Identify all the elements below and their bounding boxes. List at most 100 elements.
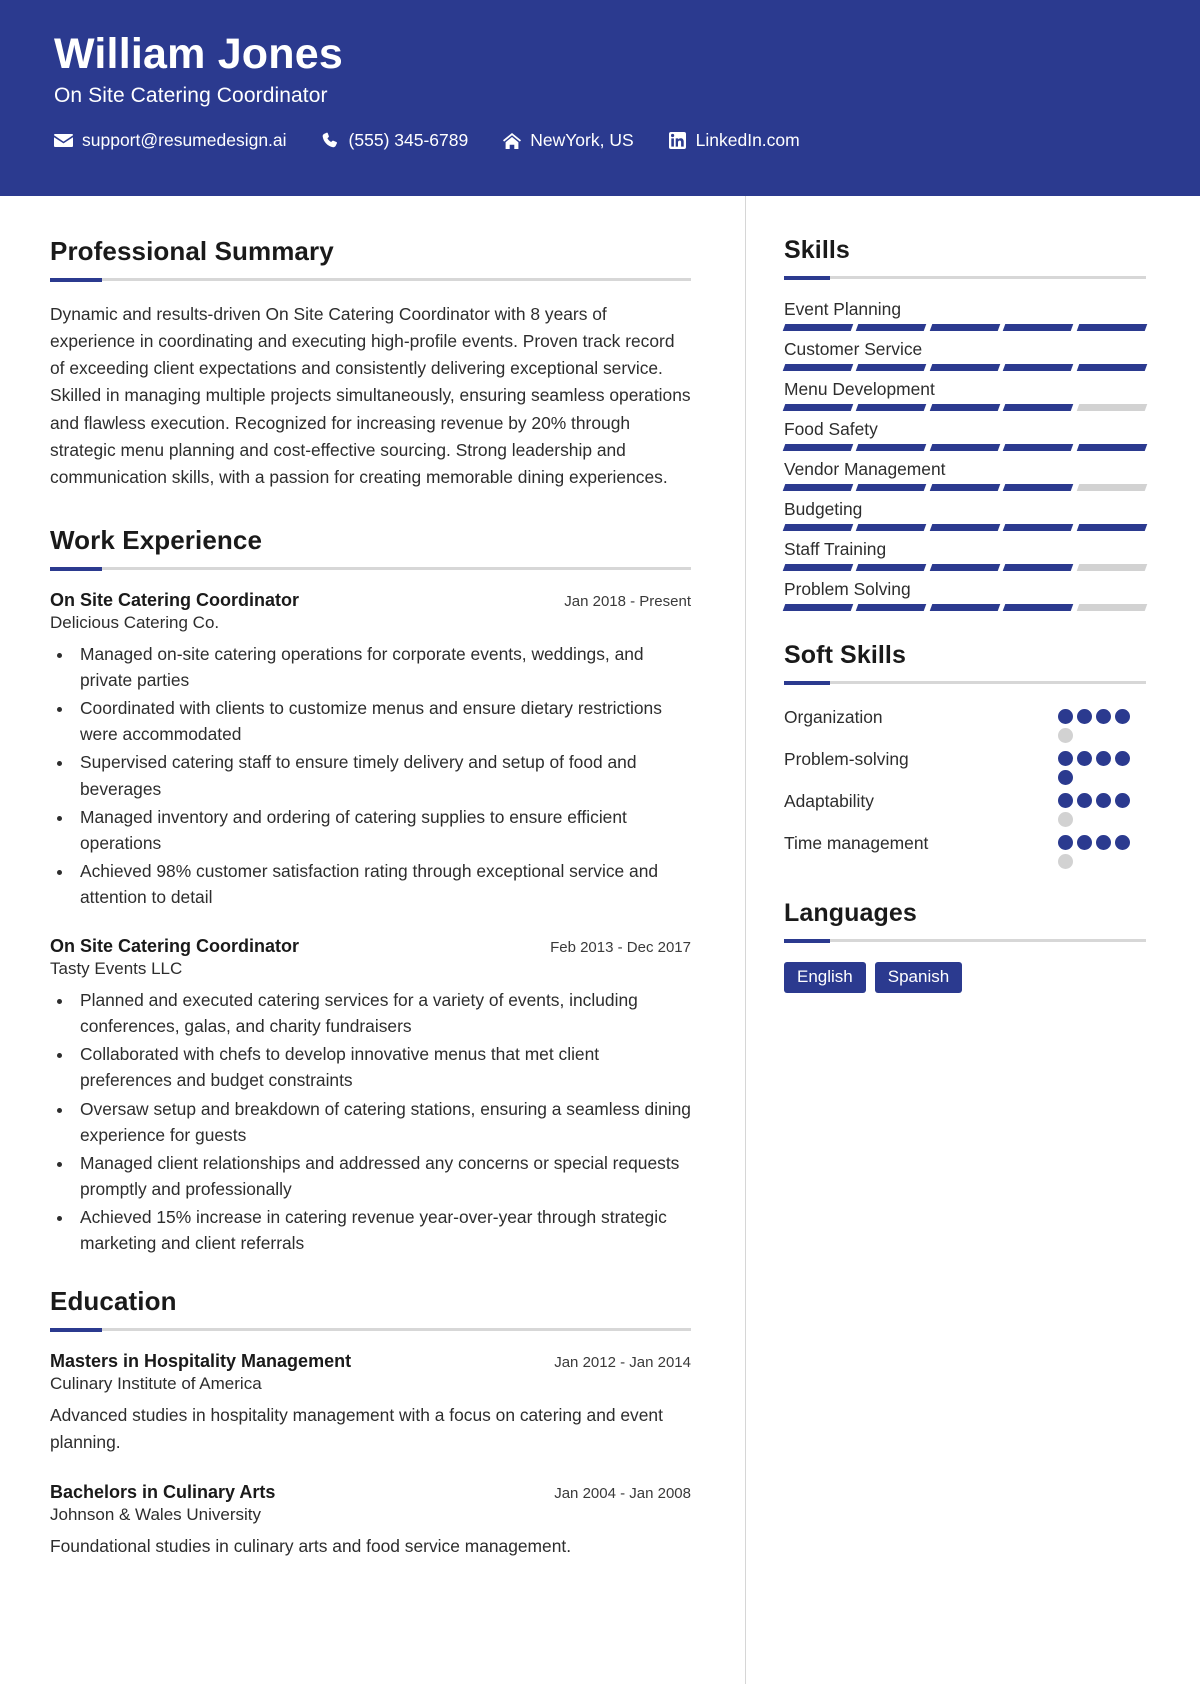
education-entry-list: Masters in Hospitality Management Jan 20… bbox=[50, 1351, 691, 1560]
section-heading-skills: Skills bbox=[784, 236, 850, 264]
section-languages: Languages English Spanish bbox=[784, 899, 1146, 994]
skill-bar-segment bbox=[856, 564, 928, 571]
soft-skill-dot bbox=[1115, 709, 1130, 724]
job-title-subtitle: On Site Catering Coordinator bbox=[54, 84, 328, 108]
section-heading-education: Education bbox=[50, 1286, 177, 1317]
education-entry-header: Masters in Hospitality Management Jan 20… bbox=[50, 1351, 691, 1372]
soft-skill-rating bbox=[1058, 746, 1146, 785]
skill-bar-segment bbox=[929, 444, 1001, 451]
skill-bar-segment bbox=[1002, 524, 1074, 531]
skill-bar-segment bbox=[856, 444, 928, 451]
work-entry: On Site Catering Coordinator Jan 2018 - … bbox=[50, 590, 691, 910]
envelope-icon bbox=[54, 131, 73, 150]
skill-bar-segment bbox=[782, 484, 854, 491]
skill-rating-bar bbox=[782, 484, 1148, 491]
work-date-range: Jan 2018 - Present bbox=[564, 592, 691, 610]
skill-bar-segment bbox=[929, 524, 1001, 531]
work-job-title: On Site Catering Coordinator bbox=[50, 936, 300, 957]
skill-bar-segment bbox=[856, 524, 928, 531]
education-description: Foundational studies in culinary arts an… bbox=[50, 1536, 572, 1557]
section-heading-languages: Languages bbox=[784, 899, 917, 927]
language-tag[interactable]: English bbox=[784, 962, 866, 994]
skill-label: Vendor Management bbox=[784, 459, 946, 479]
skill-rating-bar bbox=[782, 524, 1148, 531]
skill-bar-segment bbox=[856, 324, 928, 331]
skill-row: Food Safety bbox=[782, 419, 1148, 451]
soft-skill-dot bbox=[1077, 835, 1092, 850]
soft-skill-dot bbox=[1058, 793, 1073, 808]
skill-bar-segment bbox=[782, 524, 854, 531]
main-column: Professional Summary Dynamic and results… bbox=[0, 196, 745, 1684]
skill-row: Staff Training bbox=[782, 539, 1148, 571]
education-date-range: Jan 2012 - Jan 2014 bbox=[554, 1354, 691, 1372]
skill-bar-segment bbox=[1076, 604, 1148, 611]
education-degree: Masters in Hospitality Management bbox=[50, 1351, 352, 1372]
work-company: Tasty Events LLC bbox=[50, 959, 183, 979]
skill-rating-bar bbox=[782, 364, 1148, 371]
soft-skill-dot bbox=[1077, 751, 1092, 766]
skill-bar-segment bbox=[1076, 444, 1148, 451]
contact-item-home[interactable]: NewYork, US bbox=[502, 130, 634, 151]
soft-skill-dot bbox=[1058, 835, 1073, 850]
contact-text: LinkedIn.com bbox=[695, 130, 800, 151]
phone-icon bbox=[321, 131, 340, 150]
education-school: Johnson & Wales University bbox=[50, 1505, 262, 1525]
summary-text: Dynamic and results-driven On Site Cater… bbox=[50, 304, 691, 487]
section-professional-summary: Professional Summary Dynamic and results… bbox=[50, 236, 691, 491]
contact-item-envelope[interactable]: support@resumedesign.ai bbox=[54, 130, 287, 151]
skill-bar-segment bbox=[782, 324, 854, 331]
language-tag[interactable]: Spanish bbox=[874, 962, 963, 994]
soft-skill-dot bbox=[1115, 835, 1130, 850]
soft-skill-dot bbox=[1058, 770, 1073, 785]
work-bullet: Planned and executed catering services f… bbox=[74, 987, 691, 1039]
contact-row: support@resumedesign.ai (555) 345-6789 New… bbox=[54, 130, 1146, 151]
skill-bar-segment bbox=[1002, 604, 1074, 611]
skill-bar-segment bbox=[856, 484, 928, 491]
soft-skill-rating bbox=[1058, 704, 1146, 743]
contact-item-phone[interactable]: (555) 345-6789 bbox=[321, 130, 468, 151]
soft-skill-dot bbox=[1115, 793, 1130, 808]
home-icon bbox=[502, 131, 521, 150]
skill-bar-segment bbox=[929, 484, 1001, 491]
skill-bar-segment bbox=[929, 564, 1001, 571]
skill-label: Customer Service bbox=[784, 339, 923, 359]
skill-bar-segment bbox=[782, 564, 854, 571]
skill-bar-segment bbox=[782, 364, 854, 371]
soft-skill-rating bbox=[1058, 788, 1146, 827]
work-bullet: Achieved 15% increase in catering revenu… bbox=[74, 1204, 691, 1256]
linkedin-icon bbox=[668, 131, 687, 150]
soft-skill-dot bbox=[1096, 709, 1111, 724]
work-entry: On Site Catering Coordinator Feb 2013 - … bbox=[50, 936, 691, 1256]
education-degree: Bachelors in Culinary Arts bbox=[50, 1482, 276, 1503]
skill-row: Event Planning bbox=[782, 299, 1148, 331]
soft-skill-dot bbox=[1096, 835, 1111, 850]
skill-label: Menu Development bbox=[784, 379, 935, 399]
skill-row: Budgeting bbox=[782, 499, 1148, 531]
contact-item-linkedin[interactable]: LinkedIn.com bbox=[668, 130, 800, 151]
skill-bar-segment bbox=[1076, 364, 1148, 371]
section-work-experience: Work Experience On Site Catering Coordin… bbox=[50, 525, 691, 1256]
skill-bar-segment bbox=[782, 604, 854, 611]
skill-rating-bar bbox=[782, 324, 1148, 331]
work-entry-list: On Site Catering Coordinator Jan 2018 - … bbox=[50, 590, 691, 1256]
work-bullet: Coordinated with clients to customize me… bbox=[74, 695, 691, 747]
page-title: William Jones bbox=[54, 30, 343, 78]
work-bullet: Achieved 98% customer satisfaction ratin… bbox=[74, 858, 691, 910]
skill-bar-segment bbox=[929, 324, 1001, 331]
soft-skill-dot bbox=[1058, 728, 1073, 743]
skill-bar-segment bbox=[1076, 324, 1148, 331]
skill-row: Problem Solving bbox=[782, 579, 1148, 611]
skill-label: Budgeting bbox=[784, 499, 863, 519]
soft-skill-dot bbox=[1058, 812, 1073, 827]
skill-bar-segment bbox=[856, 604, 928, 611]
soft-skill-dot bbox=[1096, 751, 1111, 766]
education-entry-header: Bachelors in Culinary Arts Jan 2004 - Ja… bbox=[50, 1482, 691, 1503]
soft-skill-dot bbox=[1058, 709, 1073, 724]
section-divider bbox=[50, 566, 691, 571]
education-entry: Bachelors in Culinary Arts Jan 2004 - Ja… bbox=[50, 1482, 691, 1560]
work-entry-header: On Site Catering Coordinator Feb 2013 - … bbox=[50, 936, 691, 957]
contact-text: NewYork, US bbox=[530, 130, 634, 151]
language-tag-list: English Spanish bbox=[784, 962, 1146, 994]
section-skills: Skills Event Planning Customer Service M… bbox=[782, 236, 1148, 611]
work-job-title: On Site Catering Coordinator bbox=[50, 589, 300, 610]
